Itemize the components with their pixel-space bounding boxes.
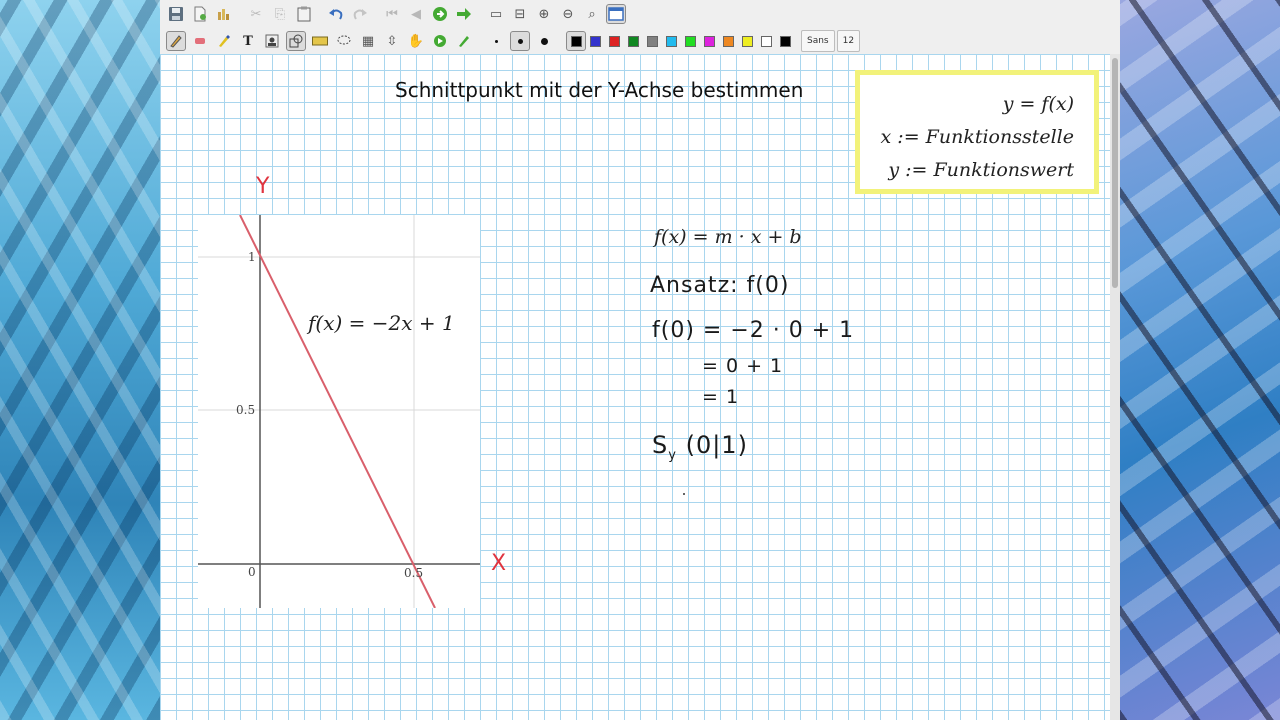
definition-box: y = f(x) x := Funktionsstelle y := Funkt… — [855, 70, 1099, 194]
definition-line-1: y = f(x) — [1002, 93, 1074, 115]
tick-label-y-1: 1 — [248, 250, 256, 264]
insert-page-icon[interactable]: ▭ — [486, 4, 506, 24]
color-swatch[interactable] — [742, 35, 753, 47]
undo-icon[interactable] — [326, 4, 346, 24]
y-axis-handwritten-label: Y — [256, 174, 271, 199]
general-linear-formula: f(x) = m · x + b — [654, 226, 802, 248]
font-name-button[interactable]: Sans — [801, 30, 835, 52]
definition-line-3: y := Funktionswert — [888, 159, 1074, 181]
y-intercept-result: Sy (0|1) — [652, 431, 748, 463]
color-swatch[interactable] — [666, 35, 677, 47]
calculation-step-2: = 0 + 1 — [702, 355, 784, 377]
result-subscript: y — [668, 447, 677, 463]
vertical-scrollbar[interactable] — [1110, 54, 1120, 720]
scrollbar-thumb[interactable] — [1112, 58, 1118, 288]
export-icon[interactable] — [214, 4, 234, 24]
color-swatch[interactable] — [685, 35, 696, 47]
hand-tool-icon[interactable]: ✋ — [406, 31, 426, 51]
definition-line-2: x := Funktionsstelle — [880, 126, 1074, 148]
zoom-fit-icon[interactable]: ⌕ — [582, 4, 602, 24]
tools-toolbar: T ▦ ⇳ ✋ Sans 12 — [160, 28, 1120, 54]
previous-page-icon[interactable]: ◀ — [406, 4, 426, 24]
image-tool-icon[interactable] — [262, 31, 282, 51]
paste-icon[interactable] — [294, 4, 314, 24]
ruler-tool-icon[interactable] — [310, 31, 330, 51]
function-label: f(x) = −2x + 1 — [306, 311, 455, 335]
font-name-label: Sans — [807, 36, 829, 46]
next-page-icon[interactable] — [430, 4, 450, 24]
x-axis-handwritten-label: X — [491, 551, 508, 576]
copy-icon[interactable]: ⎘ — [270, 4, 290, 24]
vertical-space-icon[interactable]: ⇳ — [382, 31, 402, 51]
page-title: Schnittpunkt mit der Y-Achse bestimmen — [395, 78, 804, 102]
function-graph: 1 0.5 0 0.5 f(x) = −2x + 1 — [198, 215, 480, 608]
page-layout-icon[interactable]: ⊟ — [510, 4, 530, 24]
color-swatch[interactable] — [723, 35, 734, 47]
play-object-icon[interactable] — [430, 31, 450, 51]
desktop-wallpaper-right — [1120, 0, 1280, 720]
calculation-step-1: f(0) = −2 · 0 + 1 — [652, 318, 855, 343]
rect-select-icon[interactable]: ▦ — [358, 31, 378, 51]
save-icon[interactable] — [166, 4, 186, 24]
color-swatch — [570, 35, 582, 47]
drawing-canvas[interactable]: Schnittpunkt mit der Y-Achse bestimmen y… — [160, 54, 1110, 720]
color-swatch[interactable] — [780, 35, 791, 47]
eraser-tool-icon[interactable] — [190, 31, 210, 51]
lasso-select-icon[interactable] — [334, 31, 354, 51]
color-swatch[interactable] — [590, 35, 601, 47]
tick-label-origin: 0 — [248, 565, 256, 579]
ink-dot — [683, 493, 685, 495]
color-swatch[interactable] — [647, 35, 658, 47]
whiteboard-app-window: ✂ ⎘ ⏮ ◀ ▭ ⊟ ⊕ ⊖ ⌕ T ▦ ⇳ ✋ Sans 12 Schnit… — [160, 0, 1120, 720]
pen-tool-icon[interactable] — [166, 31, 186, 51]
cut-icon[interactable]: ✂ — [246, 4, 266, 24]
thick-stroke-icon[interactable] — [534, 31, 554, 51]
color-swatch[interactable] — [761, 35, 772, 47]
font-size-button[interactable]: 12 — [836, 30, 861, 52]
text-tool-icon[interactable]: T — [238, 31, 258, 51]
fullscreen-icon[interactable] — [606, 4, 626, 24]
result-prefix: S — [652, 431, 669, 459]
calculation-step-3: = 1 — [702, 386, 740, 408]
main-toolbar: ✂ ⎘ ⏮ ◀ ▭ ⊟ ⊕ ⊖ ⌕ — [160, 1, 1120, 27]
desktop-wallpaper-left — [0, 0, 160, 720]
last-page-icon[interactable] — [454, 4, 474, 24]
font-size-label: 12 — [842, 36, 855, 46]
zoom-out-icon[interactable]: ⊖ — [558, 4, 578, 24]
medium-stroke-icon[interactable] — [510, 31, 530, 51]
thin-stroke-icon[interactable] — [486, 31, 506, 51]
ansatz-note: Ansatz: f(0) — [650, 273, 790, 298]
redo-icon[interactable] — [350, 4, 370, 24]
first-page-icon[interactable]: ⏮ — [382, 4, 402, 24]
zoom-in-icon[interactable]: ⊕ — [534, 4, 554, 24]
color-swatch[interactable] — [609, 35, 620, 47]
highlighter-tool-icon[interactable] — [214, 31, 234, 51]
result-point: (0|1) — [685, 431, 748, 459]
default-tool-icon[interactable] — [454, 31, 474, 51]
color-swatch[interactable] — [628, 35, 639, 47]
tick-label-x-0-5: 0.5 — [404, 566, 423, 580]
shape-tool-icon[interactable] — [286, 31, 306, 51]
color-swatch[interactable] — [704, 35, 715, 47]
tick-label-y-0-5: 0.5 — [236, 403, 255, 417]
new-page-icon[interactable] — [190, 4, 210, 24]
color-swatch-black-selected[interactable] — [566, 31, 586, 51]
